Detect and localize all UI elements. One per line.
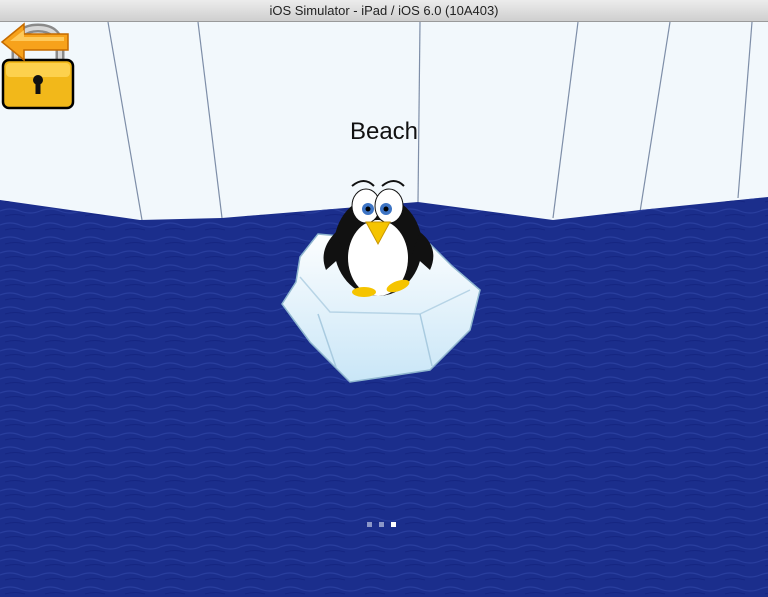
page-indicator[interactable]	[367, 522, 396, 527]
window-titlebar: iOS Simulator - iPad / iOS 6.0 (10A403)	[0, 0, 768, 22]
scene-background	[0, 22, 768, 597]
level-title: Beach	[349, 118, 419, 145]
level-select-scene: Beach	[0, 22, 768, 597]
page-dot-3[interactable]	[391, 522, 396, 527]
window-title: iOS Simulator - iPad / iOS 6.0 (10A403)	[269, 3, 499, 18]
page-dot-1[interactable]	[367, 522, 372, 527]
back-arrow-icon[interactable]	[0, 22, 70, 62]
page-dot-2[interactable]	[379, 522, 384, 527]
simulator-window: iOS Simulator - iPad / iOS 6.0 (10A403)	[0, 0, 768, 597]
